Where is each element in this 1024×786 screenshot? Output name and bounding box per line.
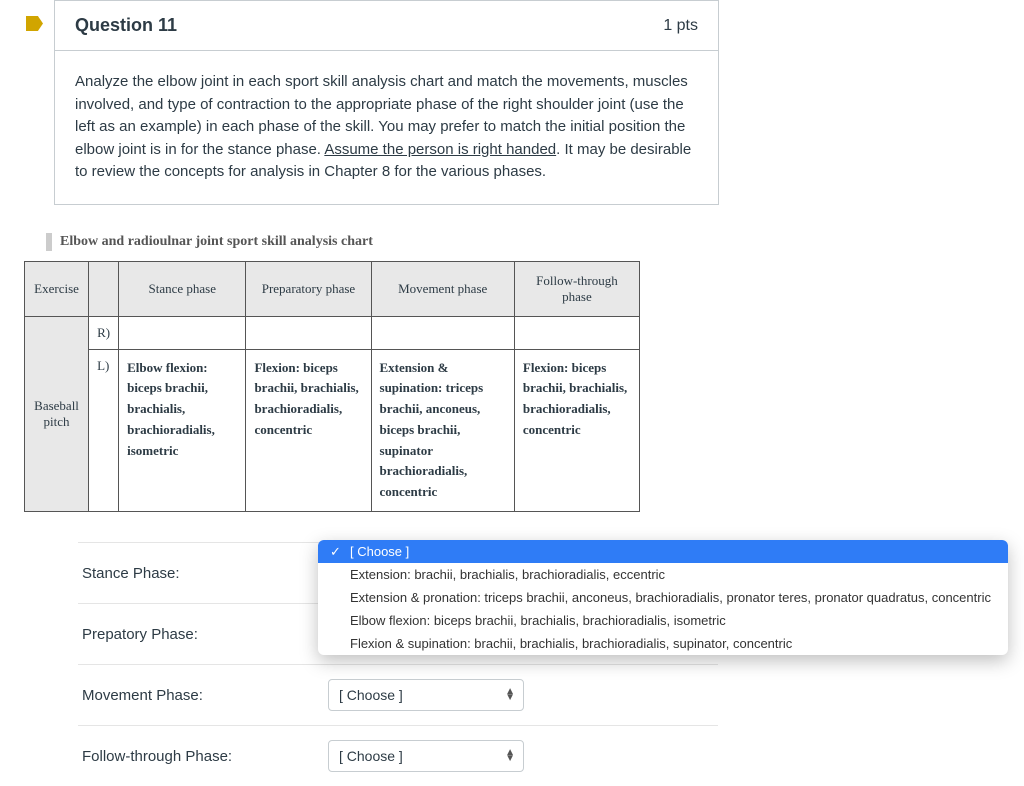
dropdown-menu[interactable]: [ Choose ] Extension: brachii, brachiali… [318, 540, 1008, 655]
chart-title-text: Elbow and radioulnar joint sport skill a… [60, 234, 373, 249]
row-l-prep: Flexion: biceps brachii, brachialis, bra… [246, 349, 371, 512]
dropdown-option[interactable]: Extension: brachii, brachialis, brachior… [318, 563, 1008, 586]
row-l-label: L) [89, 349, 119, 512]
row-l-follow: Flexion: biceps brachii, brachialis, bra… [514, 349, 639, 512]
col-move: Movement phase [371, 261, 514, 316]
question-header: Question 11 1 pts [55, 1, 718, 51]
match-label-stance: Stance Phase: [78, 565, 328, 582]
question-container: Question 11 1 pts Analyze the elbow join… [54, 0, 719, 205]
row-l-stance: Elbow flexion: biceps brachii, brachiali… [119, 349, 246, 512]
match-label-prep: Prepatory Phase: [78, 626, 328, 643]
dropdown-option[interactable]: Elbow flexion: biceps brachii, brachiali… [318, 609, 1008, 632]
col-stance: Stance phase [119, 261, 246, 316]
chart-title-bar [46, 233, 52, 251]
dropdown-option[interactable]: Extension & pronation: triceps brachii, … [318, 586, 1008, 609]
question-points: 1 pts [663, 17, 698, 35]
col-side [89, 261, 119, 316]
exercise-cell: Baseball pitch [25, 316, 89, 512]
chart-title: Elbow and radioulnar joint sport skill a… [46, 233, 1024, 251]
col-prep: Preparatory phase [246, 261, 371, 316]
question-title: Question 11 [75, 15, 177, 36]
row-r-prep [246, 316, 371, 349]
match-row-follow: Follow-through Phase: [ Choose ] ▲▼ [78, 725, 718, 786]
row-r-follow [514, 316, 639, 349]
select-follow-value: [ Choose ] [339, 748, 403, 764]
row-r-stance [119, 316, 246, 349]
dropdown-option[interactable]: Flexion & supination: brachii, brachiali… [318, 632, 1008, 655]
analysis-table: Exercise Stance phase Preparatory phase … [24, 261, 640, 513]
col-follow: Follow-through phase [514, 261, 639, 316]
dropdown-option[interactable]: [ Choose ] [318, 540, 1008, 563]
row-l-move: Extension & supination: triceps brachii,… [371, 349, 514, 512]
col-exercise: Exercise [25, 261, 89, 316]
select-move-value: [ Choose ] [339, 687, 403, 703]
match-label-follow: Follow-through Phase: [78, 748, 328, 765]
row-r-move [371, 316, 514, 349]
select-move[interactable]: [ Choose ] ▲▼ [328, 679, 524, 711]
chevron-up-down-icon: ▲▼ [505, 689, 515, 701]
row-r-label: R) [89, 316, 119, 349]
match-label-move: Movement Phase: [78, 687, 328, 704]
match-row-move: Movement Phase: [ Choose ] ▲▼ [78, 664, 718, 725]
question-text: Analyze the elbow joint in each sport sk… [75, 71, 698, 184]
question-text-underline: Assume the person is right handed [324, 141, 556, 158]
chevron-up-down-icon: ▲▼ [505, 750, 515, 762]
select-follow[interactable]: [ Choose ] ▲▼ [328, 740, 524, 772]
flag-icon[interactable] [26, 16, 43, 31]
